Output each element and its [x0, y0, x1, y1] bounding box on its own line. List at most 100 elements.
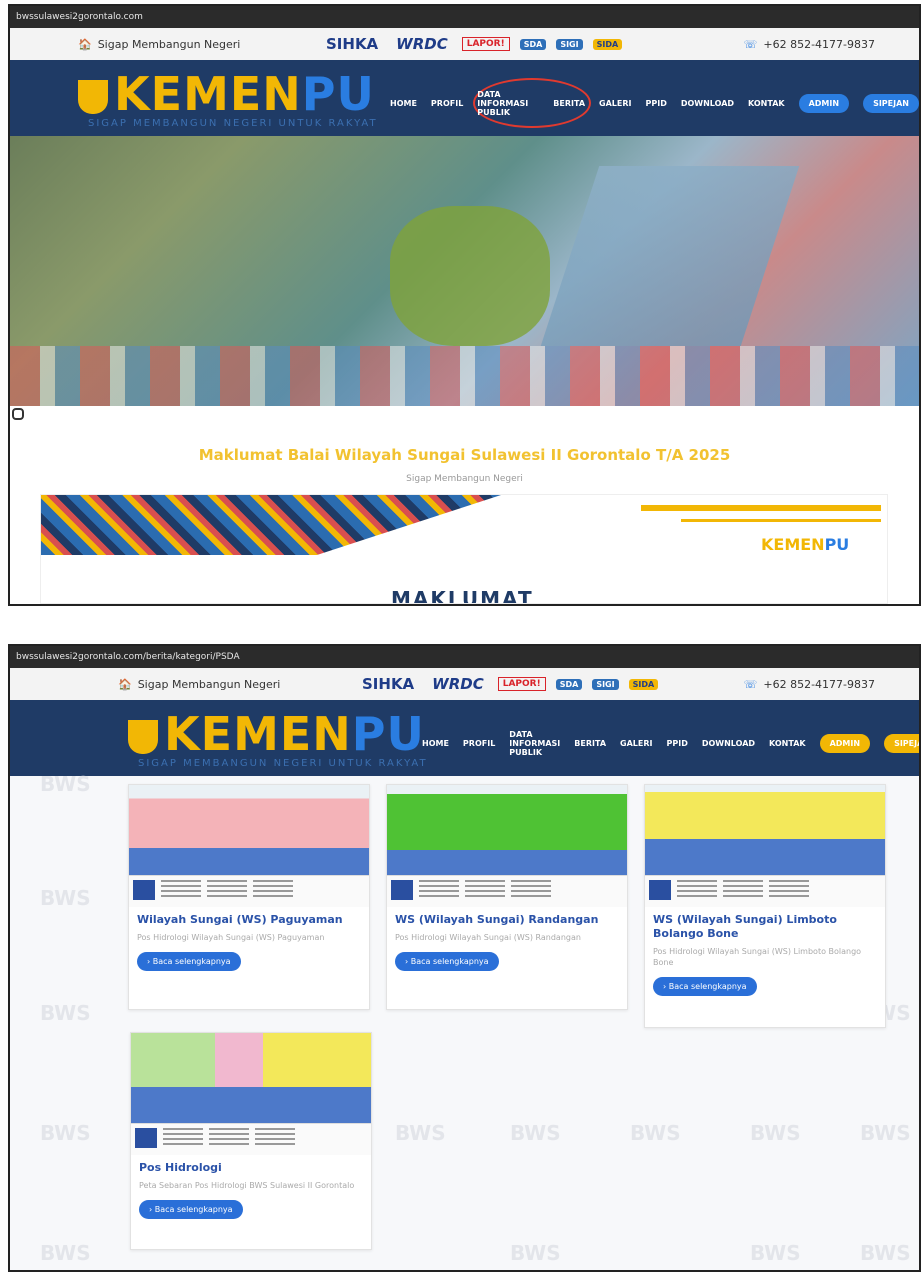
logo-wrdc[interactable]: WRDC [392, 34, 452, 54]
nav-ppid[interactable]: PPID [666, 739, 687, 748]
maklumat-subtitle: Sigap Membangun Negeri [406, 474, 523, 484]
phone-icon: ☏ [743, 37, 758, 51]
card-randangan[interactable]: WS (Wilayah Sungai) Randangan Pos Hidrol… [386, 784, 628, 1010]
nav-home[interactable]: HOME [390, 99, 417, 108]
watermark: BWS [860, 1121, 911, 1145]
address-bar[interactable]: bwssulawesi2gorontalo.com [10, 6, 919, 28]
card-paguyaman[interactable]: Wilayah Sungai (WS) Paguyaman Pos Hidrol… [128, 784, 370, 1010]
brand-main: KEMEN [114, 67, 302, 121]
map-legend [131, 1123, 371, 1155]
phone-icon: ☏ [743, 677, 758, 691]
logo-sda[interactable]: SDA [519, 38, 547, 50]
maklumat-section: Maklumat Balai Wilayah Sungai Sulawesi I… [10, 406, 919, 604]
nav-profil[interactable]: PROFIL [463, 739, 495, 748]
banner-logo: KEMENPU [761, 535, 849, 554]
logo-wrdc[interactable]: WRDC [428, 674, 488, 694]
top-info-bar: 🏠 Sigap Membangun Negeri SIHKA WRDC LAPO… [10, 668, 919, 700]
map-legend [129, 875, 369, 907]
card-title[interactable]: WS (Wilayah Sungai) Randangan [387, 907, 627, 929]
watermark: BWS [860, 1241, 911, 1265]
main-navbar: KEMENPU SIGAP MEMBANGUN NEGERI UNTUK RAK… [10, 700, 919, 776]
card-title[interactable]: WS (Wilayah Sungai) Limboto Bolango Bone [645, 907, 885, 943]
nav-berita[interactable]: BERITA [574, 739, 606, 748]
read-more-button[interactable]: › Baca selengkapnya [395, 951, 499, 971]
nav-download[interactable]: DOWNLOAD [681, 99, 734, 108]
brand-pu: PU [351, 707, 425, 761]
read-more-button[interactable]: › Baca selengkapnya [653, 976, 757, 996]
address-bar[interactable]: bwssulawesi2gorontalo.com/berita/kategor… [10, 646, 919, 668]
logo-lapor[interactable]: LAPOR! [497, 677, 546, 691]
nav-data-informasi-publik[interactable]: DATA INFORMASI PUBLIK [509, 730, 560, 757]
logo-sda[interactable]: SDA [555, 678, 583, 690]
sipejan-button[interactable]: SIPEJAN [884, 734, 919, 753]
read-more-label: Baca selengkapnya [152, 956, 231, 966]
nav-home[interactable]: HOME [422, 739, 449, 748]
banner-logo-pu: PU [824, 535, 850, 554]
read-more-label: Baca selengkapnya [410, 956, 489, 966]
phone-number[interactable]: +62 852-4177-9837 [763, 678, 875, 691]
watermark: BWS [40, 1001, 91, 1025]
map-pos-hidrologi [131, 1033, 371, 1123]
watermark: BWS [630, 1121, 681, 1145]
nav-data-informasi-publik[interactable]: DATA INFORMASI PUBLIK [477, 90, 539, 117]
card-description: Pos Hidrologi Wilayah Sungai (WS) Paguya… [137, 932, 325, 942]
nav-berita[interactable]: BERITA [553, 99, 585, 108]
card-limboto-bolango-bone[interactable]: WS (Wilayah Sungai) Limboto Bolango Bone… [644, 784, 886, 1028]
card-title[interactable]: Pos Hidrologi [131, 1155, 371, 1177]
map-paguyaman [129, 785, 369, 875]
card-pos-hidrologi[interactable]: Pos Hidrologi Peta Sebaran Pos Hidrologi… [130, 1032, 372, 1250]
logo-sigi[interactable]: SIGI [556, 38, 583, 50]
nav-kontak[interactable]: KONTAK [769, 739, 806, 748]
watermark: BWS [40, 886, 91, 910]
nav-menu: HOME PROFIL DATA INFORMASI PUBLIK BERITA… [390, 90, 919, 117]
watermark: BWS [40, 772, 91, 796]
read-more-label: Baca selengkapnya [668, 981, 747, 991]
nav-menu: HOME PROFIL DATA INFORMASI PUBLIK BERITA… [422, 730, 919, 757]
logo-sihka[interactable]: SIHKA [358, 674, 418, 694]
logo-lapor[interactable]: LAPOR! [461, 37, 510, 51]
tagline-text: Sigap Membangun Negeri [97, 37, 241, 51]
watermark: BWS [510, 1121, 561, 1145]
maklumat-banner[interactable]: KEMENPU MAKLUMAT [40, 494, 888, 604]
logo-sihka[interactable]: SIHKA [322, 34, 382, 54]
hero-greenery [390, 206, 550, 346]
nav-galeri[interactable]: GALERI [599, 99, 631, 108]
instagram-icon[interactable] [12, 408, 24, 420]
hero-roofs [10, 346, 919, 406]
screenshot-psda: bwssulawesi2gorontalo.com/berita/kategor… [8, 644, 921, 1272]
watermark: BWS [750, 1121, 801, 1145]
nav-download[interactable]: DOWNLOAD [702, 739, 755, 748]
admin-button[interactable]: ADMIN [819, 734, 871, 753]
site-logo[interactable]: KEMENPU [128, 708, 425, 760]
phone-contact: ☏ +62 852-4177-9837 [744, 678, 875, 691]
nav-profil[interactable]: PROFIL [431, 99, 463, 108]
map-legend [645, 875, 885, 907]
home-icon[interactable]: 🏠 [78, 38, 92, 51]
banner-logo-main: KEMEN [761, 535, 825, 554]
phone-number[interactable]: +62 852-4177-9837 [763, 38, 875, 51]
banner-stripe-thin [681, 519, 881, 522]
logo-sigi[interactable]: SIGI [592, 678, 619, 690]
logo-sida[interactable]: SIDA [592, 38, 623, 50]
sipejan-button[interactable]: SIPEJAN [863, 94, 919, 113]
read-more-button[interactable]: › Baca selengkapnya [137, 951, 241, 971]
phone-contact: ☏ +62 852-4177-9837 [744, 38, 875, 51]
card-title[interactable]: Wilayah Sungai (WS) Paguyaman [129, 907, 369, 929]
nav-ppid[interactable]: PPID [645, 99, 666, 108]
nav-kontak[interactable]: KONTAK [748, 99, 785, 108]
card-description: Peta Sebaran Pos Hidrologi BWS Sulawesi … [139, 1180, 355, 1190]
nav-galeri[interactable]: GALERI [620, 739, 652, 748]
tagline: 🏠 Sigap Membangun Negeri [78, 38, 240, 51]
watermark: BWS [510, 1241, 561, 1265]
watermark: BWS [750, 1241, 801, 1265]
logo-sida[interactable]: SIDA [628, 678, 659, 690]
admin-button[interactable]: ADMIN [798, 94, 850, 113]
home-icon[interactable]: 🏠 [118, 678, 132, 691]
hero-image [10, 136, 919, 406]
read-more-button[interactable]: › Baca selengkapnya [139, 1199, 243, 1219]
site-logo[interactable]: KEMENPU [78, 68, 375, 120]
partner-logos: SIHKA WRDC LAPOR! SDA SIGI SIDA [358, 674, 659, 694]
main-navbar: KEMENPU SIGAP MEMBANGUN NEGERI UNTUK RAK… [10, 60, 919, 136]
banner-heading: MAKLUMAT [391, 587, 534, 604]
card-description: Pos Hidrologi Wilayah Sungai (WS) Randan… [395, 932, 581, 942]
